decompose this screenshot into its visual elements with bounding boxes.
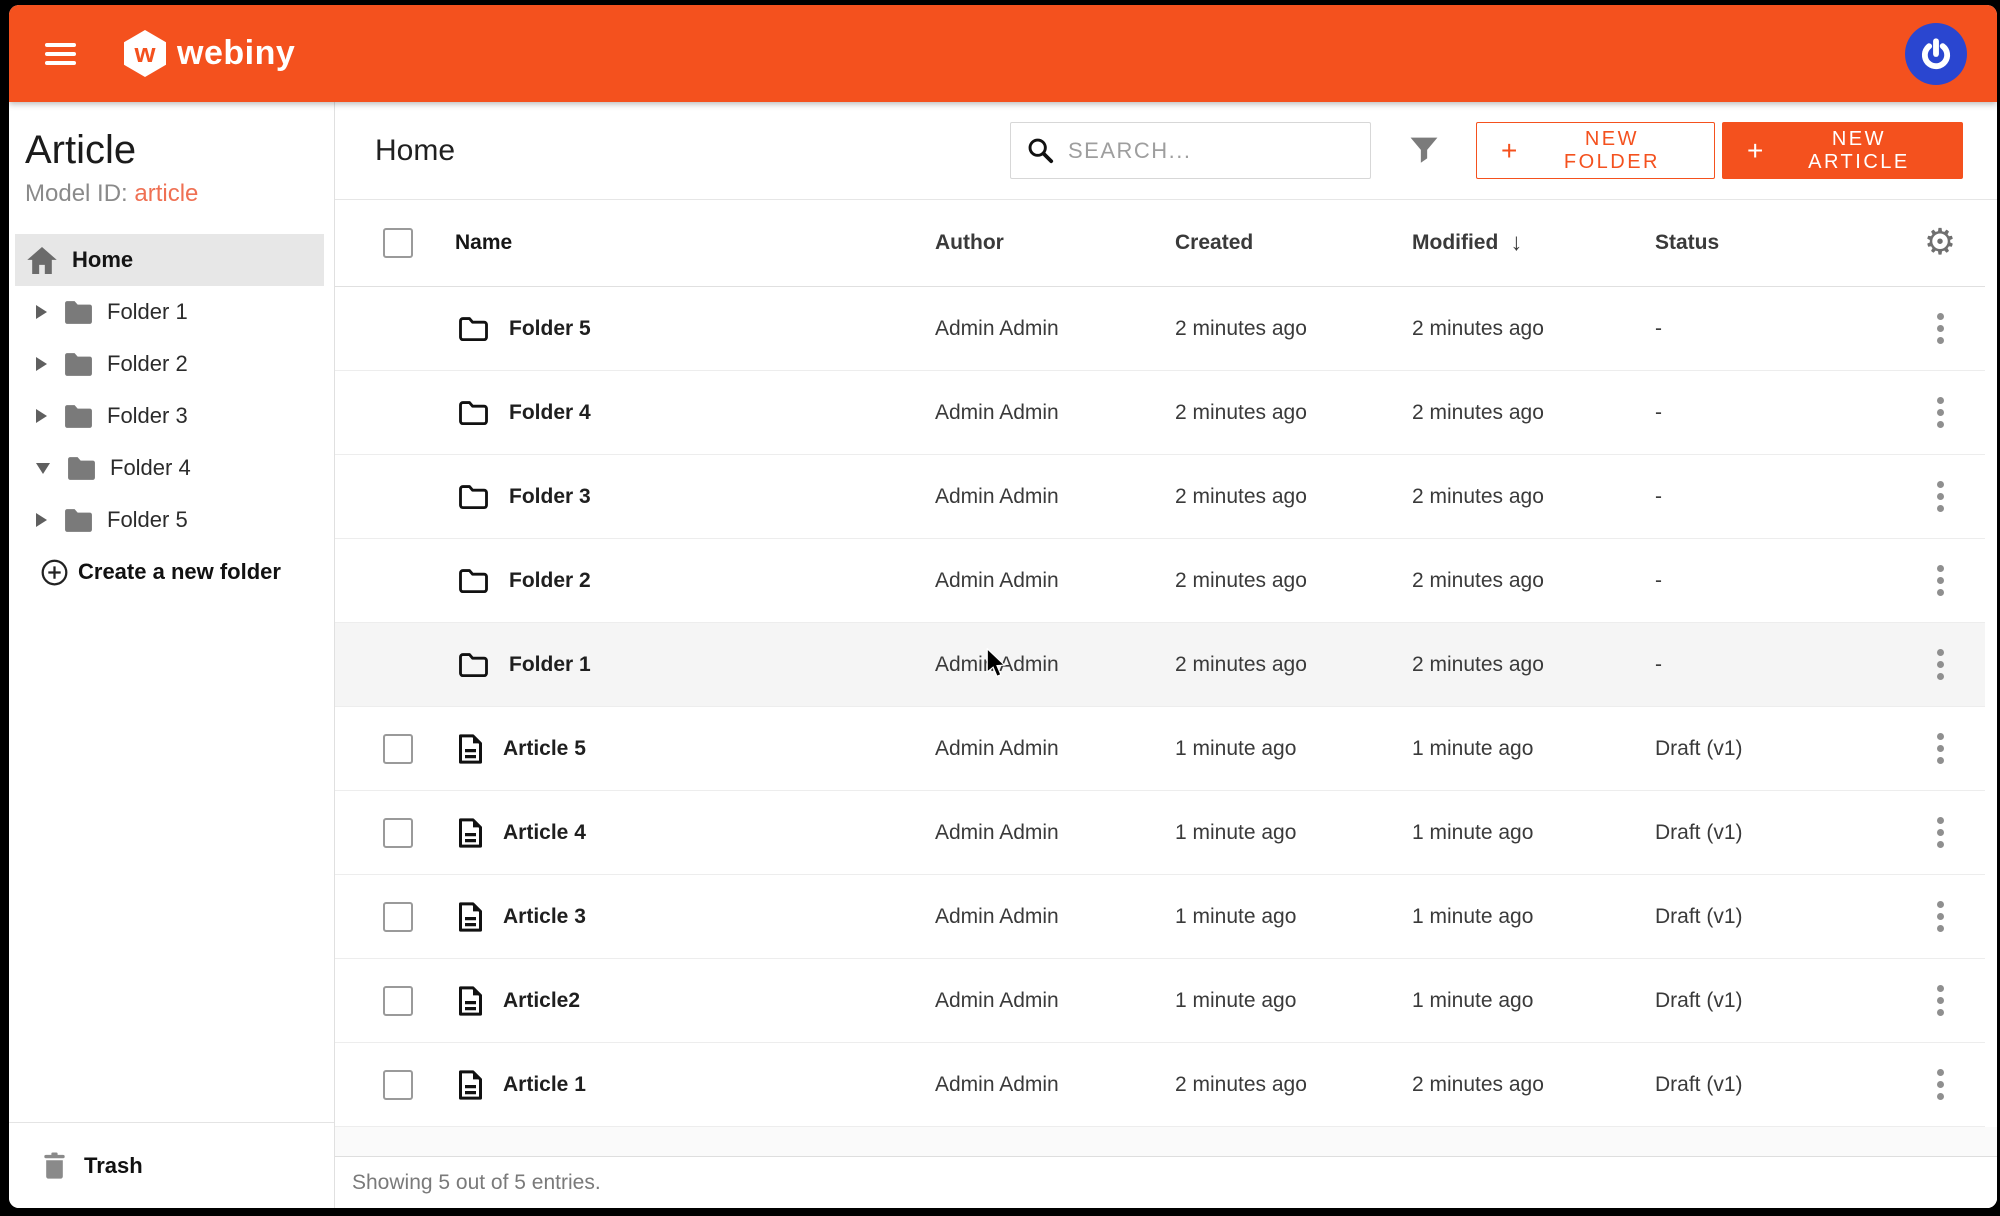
kebab-menu-button[interactable] bbox=[1927, 1061, 1954, 1109]
webiny-wordmark: webiny bbox=[177, 34, 295, 73]
folder-icon bbox=[458, 316, 489, 342]
folder-icon bbox=[63, 351, 94, 378]
kebab-menu-button[interactable] bbox=[1927, 977, 1954, 1025]
app-bar: w webiny bbox=[9, 5, 1997, 102]
table-header-row: Name Author Created Modified ↓ Status ⚙ bbox=[335, 200, 1985, 287]
document-icon bbox=[458, 734, 483, 764]
folder-icon bbox=[458, 652, 489, 678]
folder-icon bbox=[458, 484, 489, 510]
entries-summary: Showing 5 out of 5 entries. bbox=[352, 1171, 601, 1195]
folder-icon bbox=[63, 299, 94, 326]
table-row[interactable]: Folder 2 Admin Admin 2 minutes ago 2 min… bbox=[335, 539, 1985, 623]
search-box bbox=[1010, 122, 1371, 179]
row-checkbox[interactable] bbox=[383, 734, 413, 764]
chevron-right-icon[interactable] bbox=[36, 305, 47, 319]
model-title: Article bbox=[25, 126, 320, 174]
sidebar-item-home[interactable]: Home bbox=[15, 234, 324, 286]
sidebar-folder-3[interactable]: Folder 3 bbox=[15, 390, 324, 442]
sidebar: Article Model ID: article Home bbox=[9, 102, 335, 1208]
table-row[interactable]: Folder 1 Admin Admin 2 minutes ago 2 min… bbox=[335, 623, 1985, 707]
chevron-right-icon[interactable] bbox=[36, 357, 47, 371]
trash-icon bbox=[42, 1152, 67, 1179]
kebab-menu-button[interactable] bbox=[1927, 893, 1954, 941]
sort-desc-icon: ↓ bbox=[1510, 229, 1522, 257]
new-folder-button[interactable]: + NEW FOLDER bbox=[1476, 122, 1715, 179]
chevron-right-icon[interactable] bbox=[36, 513, 47, 527]
chevron-right-icon[interactable] bbox=[36, 409, 47, 423]
document-icon bbox=[458, 986, 483, 1016]
filter-button[interactable] bbox=[1410, 137, 1438, 164]
power-icon bbox=[1919, 37, 1953, 71]
create-new-folder-button[interactable]: Create a new folder bbox=[15, 546, 324, 598]
column-header-status[interactable]: Status bbox=[1655, 231, 1895, 255]
select-all-checkbox[interactable] bbox=[383, 228, 413, 258]
webiny-logo-icon[interactable]: w bbox=[124, 30, 166, 77]
circle-plus-icon bbox=[41, 559, 68, 586]
table-footer: Showing 5 out of 5 entries. bbox=[335, 1156, 1997, 1208]
model-id-value: article bbox=[134, 180, 198, 207]
kebab-menu-button[interactable] bbox=[1927, 389, 1954, 437]
table-row[interactable]: Article 5 Admin Admin 1 minute ago 1 min… bbox=[335, 707, 1985, 791]
app-window: w webiny Article Model ID: article bbox=[9, 5, 1997, 1208]
row-checkbox[interactable] bbox=[383, 902, 413, 932]
new-article-button[interactable]: + NEW ARTICLE bbox=[1722, 122, 1963, 179]
row-checkbox[interactable] bbox=[383, 1070, 413, 1100]
column-header-created[interactable]: Created bbox=[1175, 231, 1412, 255]
kebab-menu-button[interactable] bbox=[1927, 557, 1954, 605]
table-row[interactable]: Article 3 Admin Admin 1 minute ago 1 min… bbox=[335, 875, 1985, 959]
entries-table: Name Author Created Modified ↓ Status ⚙ bbox=[335, 200, 1985, 1127]
table-row[interactable]: Article 1 Admin Admin 2 minutes ago 2 mi… bbox=[335, 1043, 1985, 1127]
table-row[interactable]: Folder 3 Admin Admin 2 minutes ago 2 min… bbox=[335, 455, 1985, 539]
model-id: Model ID: article bbox=[25, 180, 320, 208]
sidebar-folder-5[interactable]: Folder 5 bbox=[15, 494, 324, 546]
row-checkbox[interactable] bbox=[383, 818, 413, 848]
folder-icon bbox=[63, 403, 94, 430]
document-icon bbox=[458, 902, 483, 932]
content-toolbar: Home + NEW FOLDER bbox=[335, 102, 1997, 200]
document-icon bbox=[458, 818, 483, 848]
user-avatar[interactable] bbox=[1905, 23, 1967, 85]
folder-tree: Home Folder 1 Folder 2 bbox=[9, 234, 334, 598]
kebab-menu-button[interactable] bbox=[1927, 473, 1954, 521]
gear-icon[interactable]: ⚙ bbox=[1924, 225, 1956, 261]
document-icon bbox=[458, 1070, 483, 1100]
row-checkbox[interactable] bbox=[383, 986, 413, 1016]
kebab-menu-button[interactable] bbox=[1927, 305, 1954, 353]
filter-funnel-icon bbox=[1410, 137, 1438, 164]
sidebar-folder-2[interactable]: Folder 2 bbox=[15, 338, 324, 390]
kebab-menu-button[interactable] bbox=[1927, 641, 1954, 689]
table-row[interactable]: Article 4 Admin Admin 1 minute ago 1 min… bbox=[335, 791, 1985, 875]
table-row[interactable]: Folder 4 Admin Admin 2 minutes ago 2 min… bbox=[335, 371, 1985, 455]
folder-icon bbox=[63, 507, 94, 534]
hamburger-menu-icon[interactable] bbox=[45, 38, 76, 70]
column-header-modified[interactable]: Modified ↓ bbox=[1412, 229, 1655, 257]
folder-icon bbox=[458, 568, 489, 594]
home-icon bbox=[27, 247, 57, 274]
sidebar-folder-1[interactable]: Folder 1 bbox=[15, 286, 324, 338]
kebab-menu-button[interactable] bbox=[1927, 725, 1954, 773]
column-header-name[interactable]: Name bbox=[455, 231, 935, 255]
sidebar-item-trash[interactable]: Trash bbox=[9, 1122, 334, 1208]
search-input[interactable] bbox=[1068, 138, 1356, 164]
page-title: Home bbox=[375, 134, 455, 168]
folder-icon bbox=[66, 455, 97, 482]
table-row[interactable]: Folder 5 Admin Admin 2 minutes ago 2 min… bbox=[335, 287, 1985, 371]
column-header-author[interactable]: Author bbox=[935, 231, 1175, 255]
search-icon bbox=[1027, 137, 1054, 164]
table-row[interactable]: Article2 Admin Admin 1 minute ago 1 minu… bbox=[335, 959, 1985, 1043]
sidebar-folder-4[interactable]: Folder 4 bbox=[15, 442, 324, 494]
folder-icon bbox=[458, 400, 489, 426]
chevron-down-icon[interactable] bbox=[36, 463, 50, 474]
main-content: Home + NEW FOLDER bbox=[335, 102, 1997, 1208]
plus-icon: + bbox=[1501, 137, 1520, 165]
plus-icon: + bbox=[1747, 137, 1766, 165]
kebab-menu-button[interactable] bbox=[1927, 809, 1954, 857]
